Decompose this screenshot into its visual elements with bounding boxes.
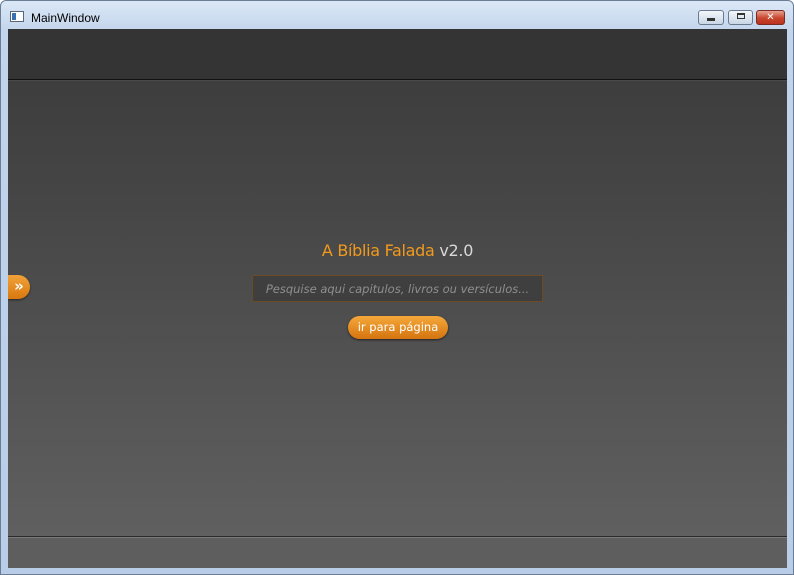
top-toolbar [8, 29, 787, 81]
app-window-icon [10, 11, 24, 22]
main-window: MainWindow ✕ » A Bíblia Falada v2.0 ir p… [0, 0, 794, 575]
app-content: » A Bíblia Falada v2.0 ir para página [8, 29, 787, 568]
close-icon: ✕ [766, 12, 775, 23]
minimize-button[interactable] [698, 10, 724, 25]
bottom-status-bar [8, 536, 787, 568]
window-title: MainWindow [31, 11, 100, 25]
search-input[interactable] [252, 275, 543, 302]
minimize-icon [707, 18, 715, 21]
app-version: v2.0 [439, 241, 474, 260]
maximize-icon [736, 13, 745, 19]
app-name: A Bíblia Falada [321, 241, 435, 260]
maximize-button[interactable] [728, 10, 753, 25]
close-button[interactable]: ✕ [756, 10, 785, 25]
title-bar[interactable]: MainWindow ✕ [1, 1, 793, 29]
go-to-page-button[interactable]: ir para página [348, 316, 448, 339]
sidebar-expand-button[interactable]: » [8, 275, 30, 299]
double-chevron-right-icon: » [14, 277, 24, 295]
app-title: A Bíblia Falada v2.0 [8, 241, 787, 260]
